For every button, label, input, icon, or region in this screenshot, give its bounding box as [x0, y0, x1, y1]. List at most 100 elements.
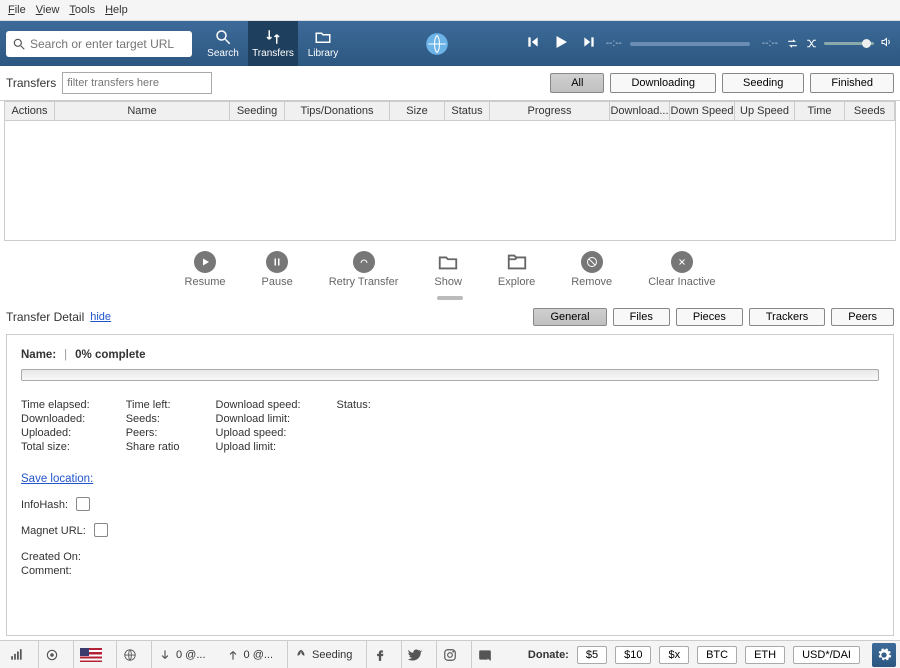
shuffle-icon[interactable] [805, 37, 818, 50]
tab-general[interactable]: General [533, 308, 606, 326]
stat-dl-speed: Download speed: [216, 399, 301, 411]
up-rate-text: 0 @... [244, 649, 274, 661]
hide-detail-link[interactable]: hide [90, 311, 111, 323]
donate-eth-button[interactable]: ETH [745, 646, 785, 664]
search-field-wrapper [6, 31, 192, 57]
tab-files[interactable]: Files [613, 308, 670, 326]
filter-seeding-button[interactable]: Seeding [722, 73, 804, 93]
stat-seeds: Seeds: [126, 413, 180, 425]
donate-x-button[interactable]: $x [659, 646, 689, 664]
filter-input[interactable] [62, 72, 212, 94]
seek-slider[interactable] [630, 42, 750, 46]
retry-button[interactable]: Retry Transfer [329, 251, 399, 288]
nav-transfers-button[interactable]: Transfers [248, 21, 298, 66]
stat-share-ratio: Share ratio [126, 441, 180, 453]
nav-search-label: Search [207, 48, 239, 59]
stat-status: Status: [337, 399, 371, 411]
clear-label: Clear Inactive [648, 276, 715, 288]
col-time[interactable]: Time [795, 102, 845, 120]
donate-usd-button[interactable]: USD*/DAI [793, 646, 860, 664]
col-status[interactable]: Status [445, 102, 490, 120]
col-downloaded-at[interactable]: Download... [610, 102, 670, 120]
search-input[interactable] [30, 37, 186, 51]
seeding-label: Seeding [312, 649, 352, 661]
prev-track-button[interactable] [526, 35, 540, 52]
seeding-toggle[interactable]: Seeding [287, 641, 358, 668]
col-name[interactable]: Name [55, 102, 230, 120]
save-location-link[interactable]: Save location: [21, 473, 93, 485]
search-icon [12, 37, 26, 51]
transfer-table-header: Actions Name Seeding Tips/Donations Size… [4, 101, 896, 121]
donate-10-button[interactable]: $10 [615, 646, 651, 664]
col-down-speed[interactable]: Down Speed [670, 102, 735, 120]
tab-pieces[interactable]: Pieces [676, 308, 743, 326]
stat-peers: Peers: [126, 427, 180, 439]
repeat-icon[interactable] [786, 37, 799, 50]
detail-bar: Transfer Detail hide General Files Piece… [0, 304, 900, 330]
menu-bar: File View Tools Help [0, 0, 900, 21]
remove-label: Remove [571, 276, 612, 288]
globe-indicator[interactable] [116, 641, 143, 668]
locale-flag[interactable] [73, 641, 108, 668]
menu-help[interactable]: Help [101, 2, 132, 18]
stat-total-size: Total size: [21, 441, 90, 453]
menu-view[interactable]: View [32, 2, 64, 18]
copy-magnet-icon[interactable] [96, 525, 108, 537]
down-rate[interactable]: 0 @... [151, 641, 212, 668]
col-progress[interactable]: Progress [490, 102, 610, 120]
progress-bar [21, 369, 879, 381]
pause-button[interactable]: Pause [262, 251, 293, 288]
play-button[interactable] [552, 33, 570, 54]
detail-panel: Name: | 0% complete Time elapsed: Downlo… [6, 334, 894, 636]
settings-button[interactable] [872, 643, 896, 667]
connection-indicator[interactable] [4, 641, 30, 668]
donate-btc-button[interactable]: BTC [697, 646, 737, 664]
stat-time-elapsed: Time elapsed: [21, 399, 90, 411]
col-seeding[interactable]: Seeding [230, 102, 285, 120]
panel-drag-handle[interactable] [437, 296, 463, 300]
time-total: --:-- [762, 38, 778, 49]
col-tips[interactable]: Tips/Donations [285, 102, 390, 120]
explore-button[interactable]: Explore [498, 251, 535, 288]
show-button[interactable]: Show [434, 251, 462, 288]
col-up-speed[interactable]: Up Speed [735, 102, 795, 120]
copy-infohash-icon[interactable] [78, 499, 90, 511]
nav-search-button[interactable]: Search [198, 21, 248, 66]
volume-slider[interactable] [824, 42, 874, 45]
resume-button[interactable]: Resume [185, 251, 226, 288]
col-seeds[interactable]: Seeds [845, 102, 895, 120]
remove-button[interactable]: Remove [571, 251, 612, 288]
up-rate[interactable]: 0 @... [220, 641, 280, 668]
tab-peers[interactable]: Peers [831, 308, 894, 326]
tab-trackers[interactable]: Trackers [749, 308, 825, 326]
menu-tools[interactable]: Tools [65, 2, 99, 18]
volume-icon[interactable] [880, 36, 892, 51]
transfer-actions: Resume Pause Retry Transfer Show Explore… [0, 241, 900, 292]
stat-time-left: Time left: [126, 399, 180, 411]
stat-downloaded: Downloaded: [21, 413, 90, 425]
col-actions[interactable]: Actions [5, 102, 55, 120]
twitter-link[interactable] [401, 641, 428, 668]
nav-transfers-label: Transfers [252, 48, 294, 59]
created-label: Created On: [21, 551, 81, 563]
clear-inactive-button[interactable]: Clear Inactive [648, 251, 715, 288]
next-track-button[interactable] [582, 35, 596, 52]
instagram-link[interactable] [436, 641, 463, 668]
menu-file[interactable]: File [4, 2, 30, 18]
pause-label: Pause [262, 276, 293, 288]
stat-uploaded: Uploaded: [21, 427, 90, 439]
down-rate-text: 0 @... [176, 649, 206, 661]
vpn-indicator[interactable] [38, 641, 65, 668]
filter-bar: Transfers All Downloading Seeding Finish… [0, 66, 900, 101]
col-size[interactable]: Size [390, 102, 445, 120]
filter-all-button[interactable]: All [550, 73, 604, 93]
filter-finished-button[interactable]: Finished [810, 73, 894, 93]
filter-downloading-button[interactable]: Downloading [610, 73, 716, 93]
stat-ul-speed: Upload speed: [216, 427, 301, 439]
show-label: Show [434, 276, 462, 288]
facebook-link[interactable] [366, 641, 393, 668]
donate-5-button[interactable]: $5 [577, 646, 607, 664]
discord-link[interactable] [471, 641, 498, 668]
time-current: --:-- [606, 38, 622, 49]
nav-library-button[interactable]: Library [298, 21, 348, 66]
